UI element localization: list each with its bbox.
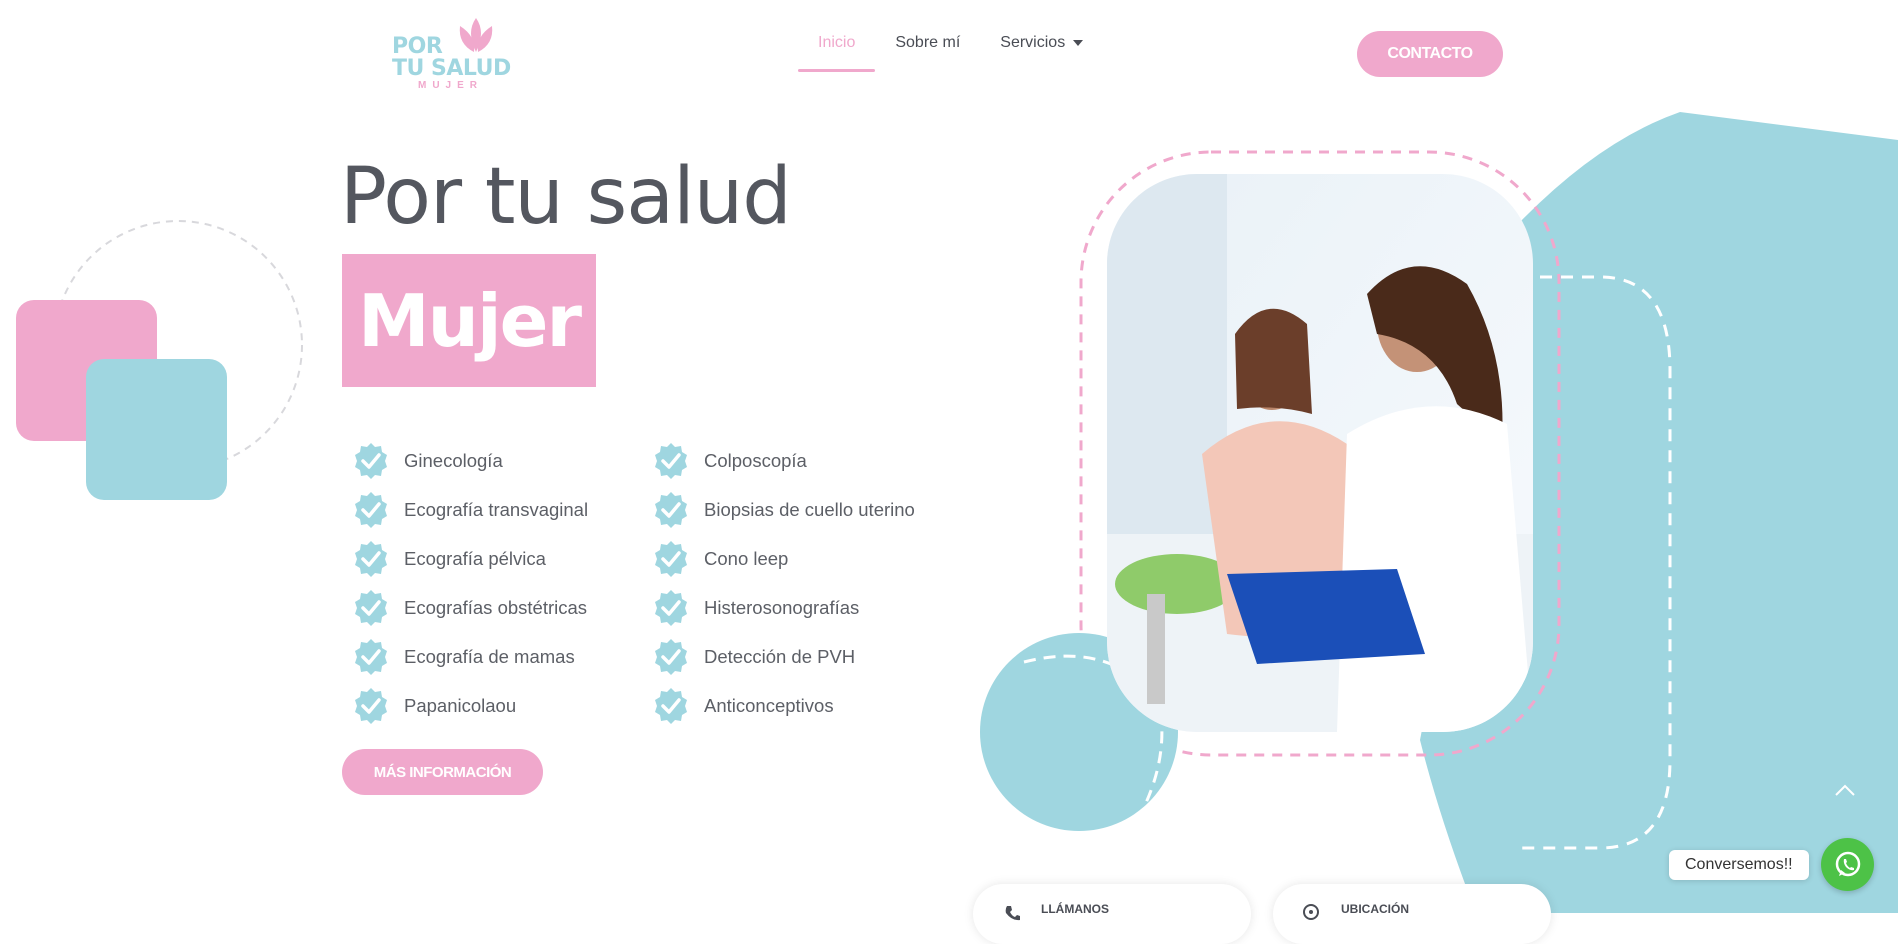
check-badge-icon (353, 588, 389, 627)
chat-label[interactable]: Conversemos!! (1669, 850, 1809, 880)
nav-inicio[interactable]: Inicio (798, 26, 876, 72)
whatsapp-button[interactable] (1821, 838, 1874, 891)
whatsapp-icon (1835, 851, 1860, 876)
services-list-right: Colposcopía Biopsias de cuello uterino C… (652, 436, 915, 730)
service-item: Ginecología (352, 436, 588, 485)
service-item: Cono leep (652, 534, 915, 583)
check-badge-icon (653, 441, 689, 480)
main-nav: Inicio Sobre mí Servicios (798, 26, 1103, 72)
hero-highlight: Mujer (358, 278, 582, 363)
services-list-left: Ginecología Ecografía transvaginal Ecogr… (352, 436, 588, 730)
logo-line-3: MUJER (418, 80, 484, 91)
chevron-up-icon[interactable] (1834, 781, 1856, 799)
check-badge-icon (353, 686, 389, 725)
check-badge-icon (653, 637, 689, 676)
chevron-down-icon (1073, 39, 1084, 46)
service-item: Colposcopía (652, 436, 915, 485)
service-item: Ecografías obstétricas (352, 583, 588, 632)
nav-servicios-label: Servicios (1000, 34, 1066, 51)
check-badge-icon (653, 686, 689, 725)
more-info-button[interactable]: MÁS INFORMACIÓN (342, 749, 543, 795)
call-card-label: LLÁMANOS (1041, 902, 1109, 916)
service-item: Histerosonografías (652, 583, 915, 632)
check-badge-icon (353, 637, 389, 676)
site-logo[interactable]: POR TU SALUD MUJER (388, 14, 518, 94)
check-badge-icon (653, 490, 689, 529)
service-item: Ecografía pélvica (352, 534, 588, 583)
service-item: Ecografía transvaginal (352, 485, 588, 534)
check-badge-icon (653, 539, 689, 578)
blue-square (86, 359, 227, 500)
phone-icon (1005, 906, 1020, 921)
background-decoration (16, 112, 1898, 913)
service-item: Ecografía de mamas (352, 632, 588, 681)
service-item: Papanicolaou (352, 681, 588, 730)
contact-button[interactable]: CONTACTO (1357, 31, 1503, 77)
service-item: Detección de PVH (652, 632, 915, 681)
service-item: Anticonceptivos (652, 681, 915, 730)
check-badge-icon (653, 588, 689, 627)
check-badge-icon (353, 490, 389, 529)
location-card-label: UBICACIÓN (1341, 902, 1409, 916)
lotus-icon (459, 18, 493, 52)
location-card[interactable]: UBICACIÓN (1273, 884, 1551, 944)
service-item: Biopsias de cuello uterino (652, 485, 915, 534)
doctor-patient-photo (1107, 174, 1533, 732)
nav-sobre-mi[interactable]: Sobre mí (875, 26, 980, 66)
check-badge-icon (353, 539, 389, 578)
check-badge-icon (353, 441, 389, 480)
hero-title: Por tu salud (340, 152, 792, 242)
location-icon (1303, 904, 1319, 920)
call-card[interactable]: LLÁMANOS (973, 884, 1251, 944)
nav-servicios[interactable]: Servicios (980, 26, 1103, 66)
logo-line-2: TU SALUD (392, 56, 511, 81)
hero-highlight-box: Mujer (342, 254, 596, 387)
